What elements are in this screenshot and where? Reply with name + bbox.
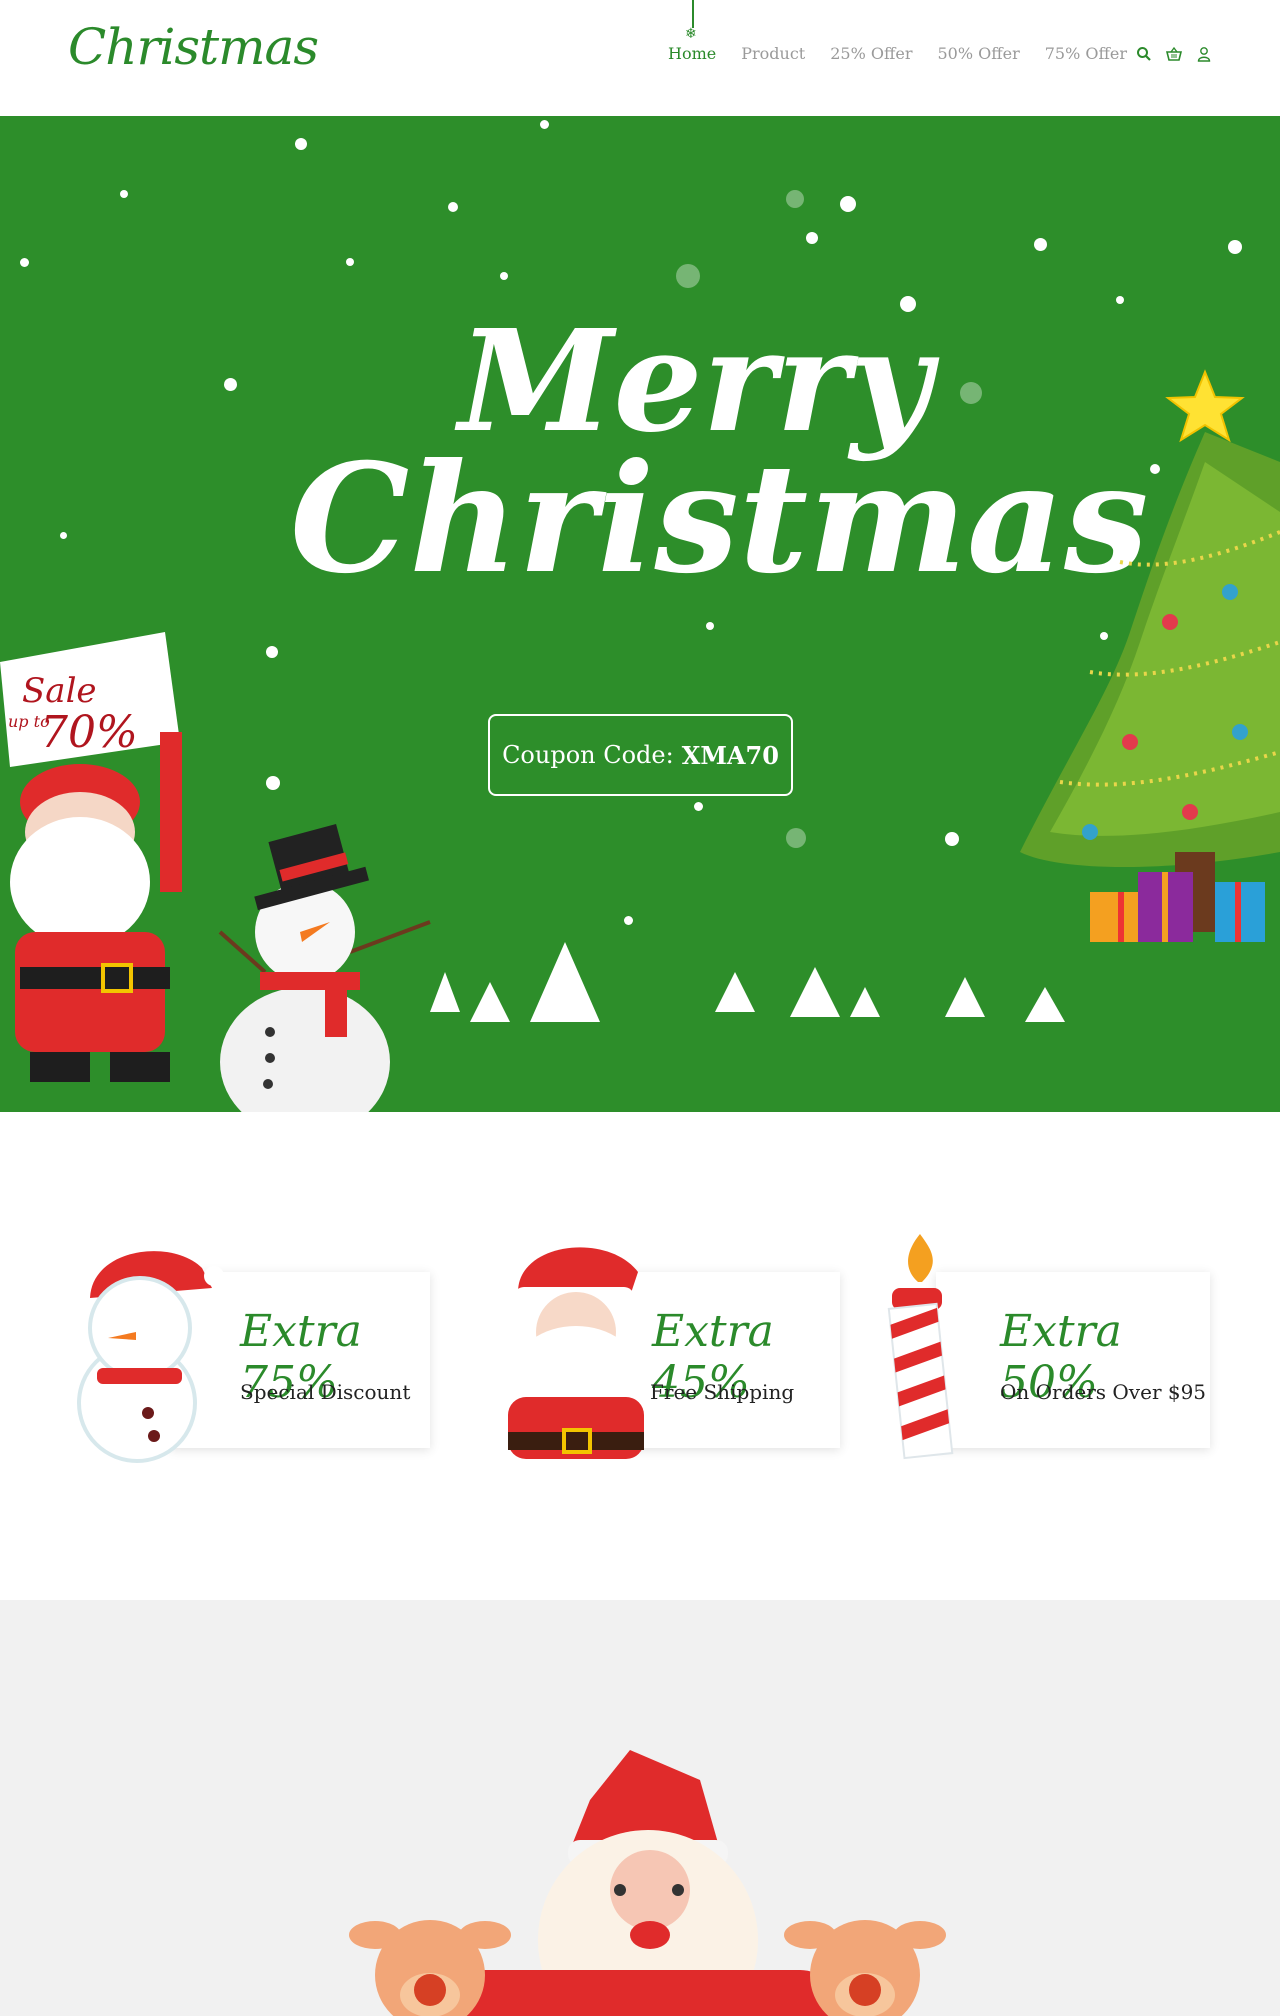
nav-75-offer[interactable]: 75% Offer	[1045, 44, 1127, 63]
coupon-code: XMA70	[681, 740, 779, 770]
feature-cards: Extra 75% Special Discount Extra 45% Fre…	[0, 1220, 1280, 1480]
site-logo[interactable]: Christmas	[68, 18, 319, 76]
snowflake-dot	[266, 646, 278, 658]
santa-sale-illustration: Sale up to 70%	[0, 632, 182, 1082]
feature-subtitle: On Orders Over $95	[1000, 1380, 1207, 1404]
santa-icon	[508, 1247, 644, 1459]
snowflake-dot	[448, 202, 458, 212]
snowflake-dot	[624, 916, 633, 925]
feature-subtitle: Free Shipping	[650, 1380, 795, 1404]
santa-reindeer-section	[0, 1600, 1280, 2016]
snowflake-dot	[1116, 296, 1124, 304]
forest-silhouette	[430, 942, 1065, 1022]
coupon-box[interactable]: Coupon Code: XMA70	[488, 714, 793, 796]
snowflake-dot	[500, 272, 508, 280]
snowflake-dot	[945, 832, 959, 846]
main-nav: Home Product 25% Offer 50% Offer 75% Off…	[668, 44, 1127, 63]
snowflake-dot	[540, 120, 549, 129]
snowflake-dot	[1228, 240, 1242, 254]
snowflake-dot	[694, 802, 703, 811]
snowflake-dot	[706, 622, 714, 630]
user-icon[interactable]	[1196, 46, 1212, 62]
candle-icon	[887, 1234, 954, 1460]
nav-ornament-line	[692, 0, 694, 28]
santa-reindeer-illustration	[349, 1750, 946, 2016]
snowflake-dot	[120, 190, 128, 198]
snowflake-dot	[840, 196, 856, 212]
snowflake-dot	[1034, 238, 1047, 251]
snowflake-dot	[676, 264, 700, 288]
snowflake-dot	[224, 378, 237, 391]
sale-sign-line3: 70%	[40, 707, 138, 758]
snowflake-dot	[295, 138, 307, 150]
snowflake-icon: ❄	[685, 26, 697, 42]
snowflake-dot	[786, 190, 804, 208]
snowflake-dot	[786, 828, 806, 848]
feature-subtitle: Special Discount	[240, 1380, 411, 1404]
search-icon[interactable]	[1136, 46, 1152, 62]
basket-icon[interactable]	[1165, 46, 1183, 62]
nav-25-offer[interactable]: 25% Offer	[830, 44, 912, 63]
snowflake-dot	[266, 776, 280, 790]
snowflake-dot	[346, 258, 354, 266]
snowflake-dot	[60, 532, 67, 539]
hero-title: Merry Christmas	[290, 312, 1149, 607]
hero-banner: Merry Christmas Coupon Code: XMA70 Sale …	[0, 112, 1280, 1112]
snowflake-dot	[20, 258, 29, 267]
snowman-icon	[77, 1251, 224, 1463]
coupon-label: Coupon Code:	[502, 741, 674, 769]
nav-home[interactable]: Home	[668, 44, 716, 63]
snowflake-dot	[806, 232, 818, 244]
nav-product[interactable]: Product	[741, 44, 805, 63]
hero-title-line2: Christmas	[290, 431, 1149, 607]
site-header: Christmas ❄ Home Product 25% Offer 50% O…	[0, 0, 1280, 116]
header-icons	[1136, 46, 1212, 62]
nav-50-offer[interactable]: 50% Offer	[937, 44, 1019, 63]
sale-sign-line1: Sale	[22, 671, 97, 711]
